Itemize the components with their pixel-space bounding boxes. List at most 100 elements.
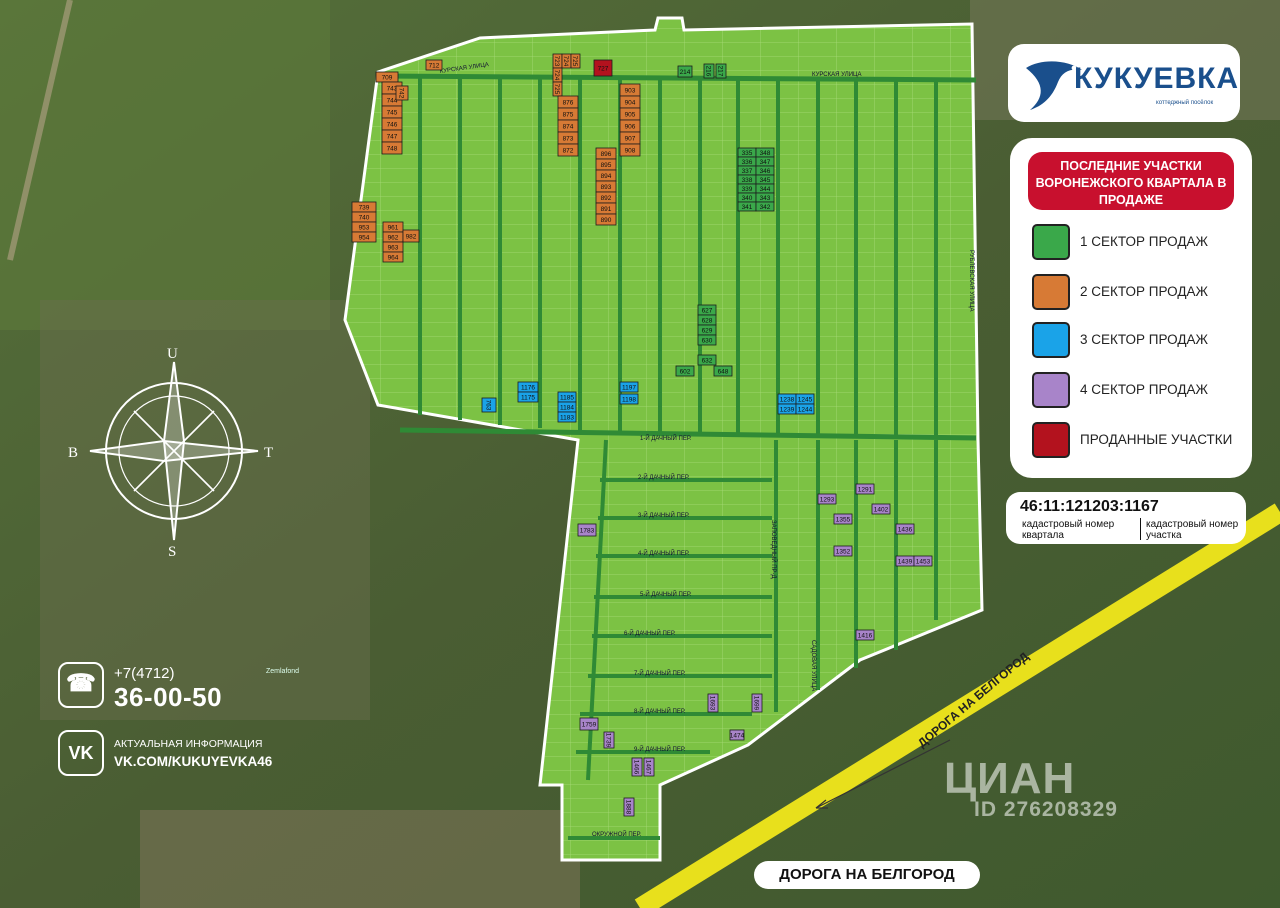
plot-1175[interactable]: 1175 [517, 391, 539, 403]
plot-905[interactable]: 905 [619, 107, 641, 121]
plot-1436[interactable]: 1436 [895, 523, 915, 535]
plot-908[interactable]: 908 [619, 143, 641, 157]
plot-number: 345 [760, 177, 771, 184]
plot-892[interactable]: 892 [595, 191, 617, 204]
plot-1185[interactable]: 1185 [557, 391, 577, 403]
plot-336[interactable]: 336 [737, 156, 757, 167]
plot-1245[interactable]: 1245 [795, 393, 815, 405]
plot-1783[interactable]: 1783 [577, 523, 597, 537]
vk-link[interactable]: VK.COM/KUKUYEVKA46 [114, 754, 272, 769]
plot-338[interactable]: 338 [737, 174, 757, 185]
plot-1244[interactable]: 1244 [795, 403, 815, 415]
plot-number: 964 [388, 254, 399, 261]
plot-342[interactable]: 342 [755, 201, 775, 212]
plot-339[interactable]: 339 [737, 183, 757, 194]
plot-632[interactable]: 632 [697, 354, 717, 366]
phone-number[interactable]: 36-00-50 [114, 682, 222, 713]
plot-1198[interactable]: 1198 [619, 393, 639, 405]
plot-343[interactable]: 343 [755, 192, 775, 203]
plot-982[interactable]: 982 [402, 229, 420, 243]
plot-891[interactable]: 891 [595, 202, 617, 215]
plot-1416[interactable]: 1416 [855, 629, 875, 641]
plot-1466[interactable]: 1466 [631, 757, 643, 777]
plot-1239[interactable]: 1239 [777, 403, 797, 415]
field-patch [0, 0, 330, 330]
plot-217[interactable]: 217 [715, 63, 727, 79]
plot-954[interactable]: 954 [351, 231, 377, 243]
plot-903[interactable]: 903 [619, 83, 641, 97]
plot-1474[interactable]: 1474 [729, 729, 745, 741]
plot-907[interactable]: 907 [619, 131, 641, 145]
plot-962[interactable]: 962 [382, 231, 404, 243]
plot-723[interactable]: 723 [552, 53, 563, 69]
plot-724[interactable]: 724 [561, 53, 572, 69]
plot-876[interactable]: 876 [557, 95, 579, 109]
plot-346[interactable]: 346 [755, 165, 775, 176]
plot-1238[interactable]: 1238 [777, 393, 797, 405]
plot-961[interactable]: 961 [382, 221, 404, 233]
plot-964[interactable]: 964 [382, 251, 404, 263]
plot-347[interactable]: 347 [755, 156, 775, 167]
plot-763[interactable]: 763 [481, 397, 497, 413]
plot-739[interactable]: 739 [351, 201, 377, 213]
plot-1759[interactable]: 1759 [579, 717, 599, 731]
plot-725[interactable]: 725 [570, 53, 581, 69]
plot-895[interactable]: 895 [595, 158, 617, 171]
plot-number: 1466 [633, 760, 640, 775]
plot-1184[interactable]: 1184 [557, 401, 577, 413]
plot-727[interactable]: 727 [593, 59, 613, 77]
plot-742[interactable]: 742 [395, 85, 409, 101]
plot-746[interactable]: 746 [381, 117, 403, 131]
plot-214[interactable]: 214 [677, 65, 693, 78]
plot-1439[interactable]: 1439 [895, 555, 915, 567]
plot-1402[interactable]: 1402 [871, 503, 891, 515]
plot-630[interactable]: 630 [697, 334, 717, 346]
plot-345[interactable]: 345 [755, 174, 775, 185]
plot-216[interactable]: 216 [703, 63, 715, 79]
plot-337[interactable]: 337 [737, 165, 757, 176]
plot-1699[interactable]: 1699 [751, 693, 763, 713]
plot-1467[interactable]: 1467 [643, 757, 655, 777]
plot-904[interactable]: 904 [619, 95, 641, 109]
plot-906[interactable]: 906 [619, 119, 641, 133]
plot-740[interactable]: 740 [351, 211, 377, 223]
plot-953[interactable]: 953 [351, 221, 377, 233]
plot-748[interactable]: 748 [381, 141, 403, 155]
plot-874[interactable]: 874 [557, 119, 579, 133]
plot-1291[interactable]: 1291 [855, 483, 875, 495]
plot-725[interactable]: 725 [552, 81, 563, 97]
plot-1693[interactable]: 1693 [707, 693, 719, 713]
plot-963[interactable]: 963 [382, 241, 404, 253]
plot-1355[interactable]: 1355 [833, 513, 853, 525]
plot-602[interactable]: 602 [675, 365, 695, 377]
plot-1197[interactable]: 1197 [619, 381, 639, 393]
plot-344[interactable]: 344 [755, 183, 775, 194]
plot-709[interactable]: 709 [375, 71, 399, 83]
plot-873[interactable]: 873 [557, 131, 579, 145]
plot-648[interactable]: 648 [713, 365, 733, 377]
plot-628[interactable]: 628 [697, 314, 717, 326]
plot-872[interactable]: 872 [557, 143, 579, 157]
plot-1293[interactable]: 1293 [817, 493, 837, 505]
plot-724[interactable]: 724 [552, 67, 563, 83]
plot-893[interactable]: 893 [595, 180, 617, 193]
plot-341[interactable]: 341 [737, 201, 757, 212]
plot-894[interactable]: 894 [595, 169, 617, 182]
plot-1888[interactable]: 1888 [623, 797, 635, 817]
plot-890[interactable]: 890 [595, 213, 617, 226]
plot-745[interactable]: 745 [381, 105, 403, 119]
plot-1176[interactable]: 1176 [517, 381, 539, 393]
plot-1453[interactable]: 1453 [913, 555, 933, 567]
plot-747[interactable]: 747 [381, 129, 403, 143]
plot-340[interactable]: 340 [737, 192, 757, 203]
plot-1183[interactable]: 1183 [557, 411, 577, 423]
plot-1352[interactable]: 1352 [833, 545, 853, 557]
plot-629[interactable]: 629 [697, 324, 717, 336]
plot-348[interactable]: 348 [755, 147, 775, 158]
plot-1739[interactable]: 1739 [603, 731, 615, 749]
plot-712[interactable]: 712 [425, 59, 443, 71]
plot-896[interactable]: 896 [595, 147, 617, 160]
plot-335[interactable]: 335 [737, 147, 757, 158]
plot-627[interactable]: 627 [697, 304, 717, 316]
plot-875[interactable]: 875 [557, 107, 579, 121]
